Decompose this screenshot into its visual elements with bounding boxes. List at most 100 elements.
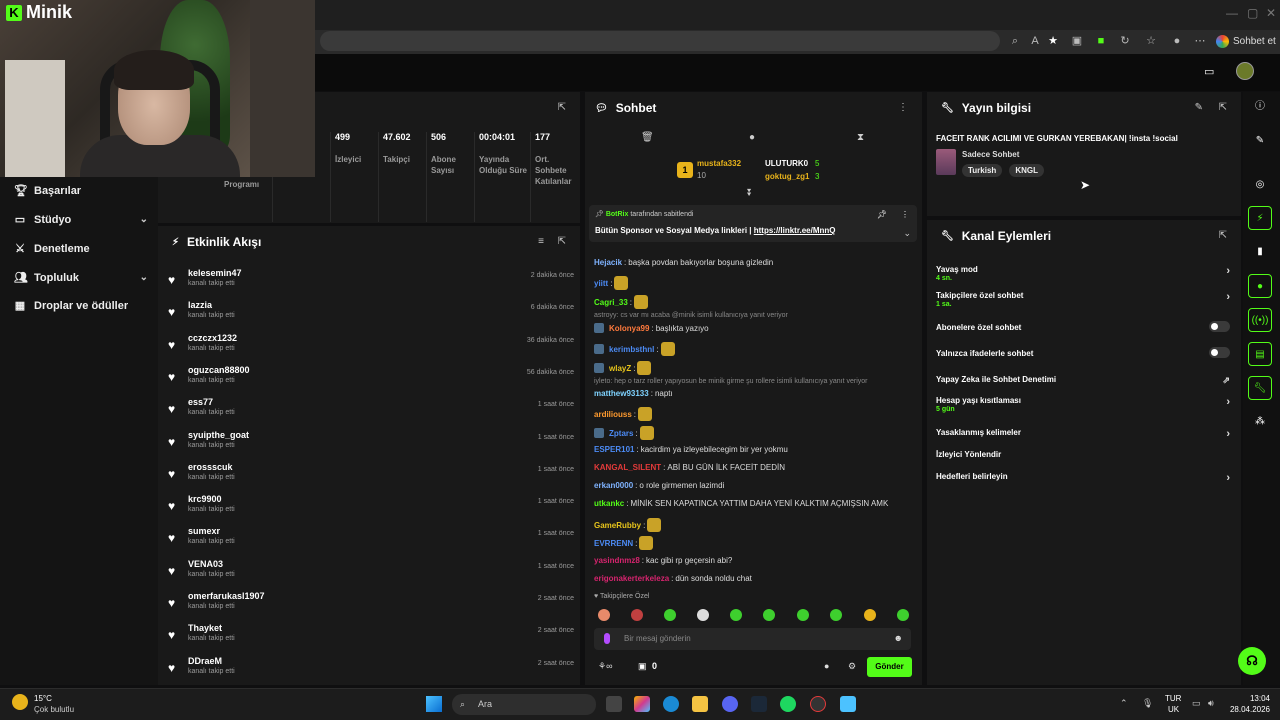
activity-user[interactable]: VENA03 — [188, 559, 223, 569]
popout-icon[interactable]: ⇱ — [558, 236, 566, 247]
activity-user[interactable]: lazzia — [188, 300, 212, 310]
chat-message[interactable]: kerimbsthnl: — [594, 342, 675, 356]
chevron-down-icon[interactable]: ⏬︎ — [747, 188, 752, 199]
users-icon[interactable]: ⁂ — [1248, 410, 1272, 434]
profile-icon[interactable]: ● — [1170, 34, 1184, 48]
chat-username[interactable]: utkankc — [594, 499, 624, 508]
external-link-icon[interactable]: ⇗ — [1222, 375, 1230, 386]
activity-row[interactable]: ♥ kelesemin47 kanalı takip etti 2 dakika ön… — [168, 266, 574, 296]
chat-message[interactable]: EVRRENN: — [594, 536, 654, 550]
maximize-button[interactable]: ▢ — [1247, 6, 1258, 20]
chat-message[interactable]: yiitt: — [594, 276, 629, 290]
chat-message[interactable]: erigonakerterkeleza: dün sonda noldu chat — [594, 574, 752, 583]
chat-message[interactable]: Cagri_33: — [594, 295, 649, 309]
activity-user[interactable]: DDraeM — [188, 656, 222, 666]
quick-emote[interactable] — [864, 609, 876, 621]
chat-username[interactable]: wlayZ — [609, 364, 631, 373]
toggle-switch[interactable] — [1209, 347, 1230, 358]
avatar[interactable] — [1236, 62, 1254, 80]
activity-user[interactable]: cczczx1232 — [188, 333, 237, 343]
more-vertical-icon[interactable]: ⋮ — [898, 102, 908, 113]
notepad-icon[interactable] — [840, 696, 856, 712]
channel-action-item[interactable]: İzleyici Yönlendir — [936, 450, 1230, 459]
top-gifter-name[interactable]: mustafa332 — [697, 159, 741, 168]
chat-input[interactable]: Bir mesaj gönderin ☻ — [594, 628, 911, 650]
copilot-button[interactable]: Sohbet et — [1216, 33, 1276, 49]
file-explorer-icon[interactable] — [692, 696, 708, 712]
channel-action-item[interactable]: Takipçilere özel sohbet 1 sa. › — [936, 291, 1230, 308]
activity-user[interactable]: Thayket — [188, 623, 222, 633]
info-icon[interactable]: ⓘ — [1248, 95, 1272, 119]
chat-username[interactable]: ardiliouss — [594, 410, 632, 419]
chat-message[interactable]: KANGAL_SILENT: ABİ BU GÜN İLK FACEİT DEDİ… — [594, 463, 785, 472]
taskbar-search[interactable]: ⌕ Ara — [452, 694, 596, 715]
hourglass-icon[interactable]: ⧗ — [857, 132, 864, 143]
chat-username[interactable]: ESPER101 — [594, 445, 634, 454]
read-aloud-icon[interactable]: A — [1028, 34, 1042, 48]
channel-action-item[interactable]: Yalnızca ifadelerle sohbet — [936, 347, 1230, 358]
activity-row[interactable]: ♥ syuipthe_goat kanalı takip etti 1 saat ön… — [168, 428, 574, 458]
activity-row[interactable]: ♥ krc9900 kanalı takip etti 1 saat önce — [168, 492, 574, 522]
quick-emote[interactable] — [697, 609, 709, 621]
quick-emote[interactable] — [631, 609, 643, 621]
chevron-right-icon[interactable]: › — [1226, 265, 1230, 277]
activity-user[interactable]: krc9900 — [188, 494, 222, 504]
weather-temp[interactable]: 15°C — [34, 694, 52, 703]
channel-action-item[interactable]: Yapay Zeka ile Sohbet Denetimi ⇗ — [936, 375, 1230, 386]
chevron-up-icon[interactable]: ⌃ — [1120, 698, 1128, 709]
quick-emote[interactable] — [598, 609, 610, 621]
chat-username[interactable]: erkan0000 — [594, 481, 633, 490]
top-gifter-name[interactable]: goktug_zg1 — [765, 172, 809, 181]
chevron-right-icon[interactable]: › — [1226, 472, 1230, 484]
activity-row[interactable]: ♥ sumexr kanalı takip etti 1 saat önce — [168, 524, 574, 554]
chat-username[interactable]: KANGAL_SILENT — [594, 463, 661, 472]
activity-row[interactable]: ♥ oguzcan88800 kanalı takip etti 56 dakika … — [168, 363, 574, 393]
chat-username[interactable]: matthew93133 — [594, 389, 649, 398]
quick-emote[interactable] — [763, 609, 775, 621]
chat-username[interactable]: GameRubby — [594, 521, 641, 530]
quick-emote[interactable] — [797, 609, 809, 621]
chat-username[interactable]: kerimbsthnl — [609, 345, 654, 354]
chat-username[interactable]: yiitt — [594, 279, 608, 288]
chat-message[interactable]: yasindnmz8: kac gibi rp geçersin abi? — [594, 556, 732, 565]
popout-icon[interactable]: ⇱ — [1219, 230, 1227, 241]
sidebar-item-achievements[interactable]: 🏆︎ Başarılar — [14, 184, 148, 198]
chat-message[interactable]: ardiliouss: — [594, 407, 653, 421]
activity-row[interactable]: ♥ cczczx1232 kanalı takip etti 36 dakika ön… — [168, 331, 574, 361]
quick-emote[interactable] — [830, 609, 842, 621]
chevron-right-icon[interactable]: › — [1226, 291, 1230, 303]
camera-icon[interactable]: ◎ — [1248, 173, 1272, 197]
sidebar-item-drops[interactable]: ▦ Droplar ve ödüller — [14, 299, 148, 313]
copilot-taskbar-icon[interactable] — [634, 696, 650, 712]
trash-icon[interactable]: 🗑︎ — [641, 132, 654, 143]
discord-icon[interactable] — [722, 696, 738, 712]
zoom-icon[interactable]: ⌕ — [1008, 34, 1022, 48]
toggle-switch[interactable] — [1209, 321, 1230, 332]
activity-user[interactable]: syuipthe_goat — [188, 430, 249, 440]
extension-icon[interactable]: ▣ — [1070, 34, 1084, 48]
stats-icon[interactable]: ▮ — [1248, 240, 1272, 264]
chevron-right-icon[interactable]: › — [1226, 396, 1230, 408]
activity-row[interactable]: ♥ ess77 kanalı takip etti 1 saat önce — [168, 395, 574, 425]
edit-icon[interactable]: ✎ — [1195, 102, 1203, 113]
activity-user[interactable]: sumexr — [188, 526, 220, 536]
chat-username[interactable]: Kolonya99 — [609, 324, 649, 333]
sidebar-item-community[interactable]: 👥︎ Topluluk ⌄ — [14, 271, 148, 285]
help-button[interactable]: ☊ — [1238, 647, 1266, 675]
windows-start-icon[interactable] — [426, 696, 442, 712]
chat-username[interactable]: erigonakerterkeleza — [594, 574, 669, 583]
chat-message[interactable]: matthew93133: naptı — [594, 389, 673, 398]
spotify-icon[interactable] — [780, 696, 796, 712]
emoji-icon[interactable]: ☻ — [894, 633, 903, 643]
edit-icon[interactable]: ✎ — [1248, 129, 1272, 153]
activity-row[interactable]: ♥ omerfarukasl1907 kanalı takip etti 2 saat… — [168, 589, 574, 619]
activity-row[interactable]: ♥ erossscuk kanalı takip etti 1 saat önce — [168, 460, 574, 490]
popout-icon[interactable]: ⇱ — [1219, 102, 1227, 113]
send-button[interactable]: Gönder — [867, 657, 912, 677]
channel-action-item[interactable]: Abonelere özel sohbet — [936, 321, 1230, 332]
category-name[interactable]: Sadece Sohbet — [962, 150, 1019, 159]
activity-row[interactable]: ♥ Thayket kanalı takip etti 2 saat önce — [168, 621, 574, 651]
tag[interactable]: KNGL — [1009, 164, 1045, 177]
wallet-icon[interactable]: ▭ — [1204, 65, 1214, 78]
gear-icon[interactable]: ⚙︎ — [848, 661, 856, 672]
